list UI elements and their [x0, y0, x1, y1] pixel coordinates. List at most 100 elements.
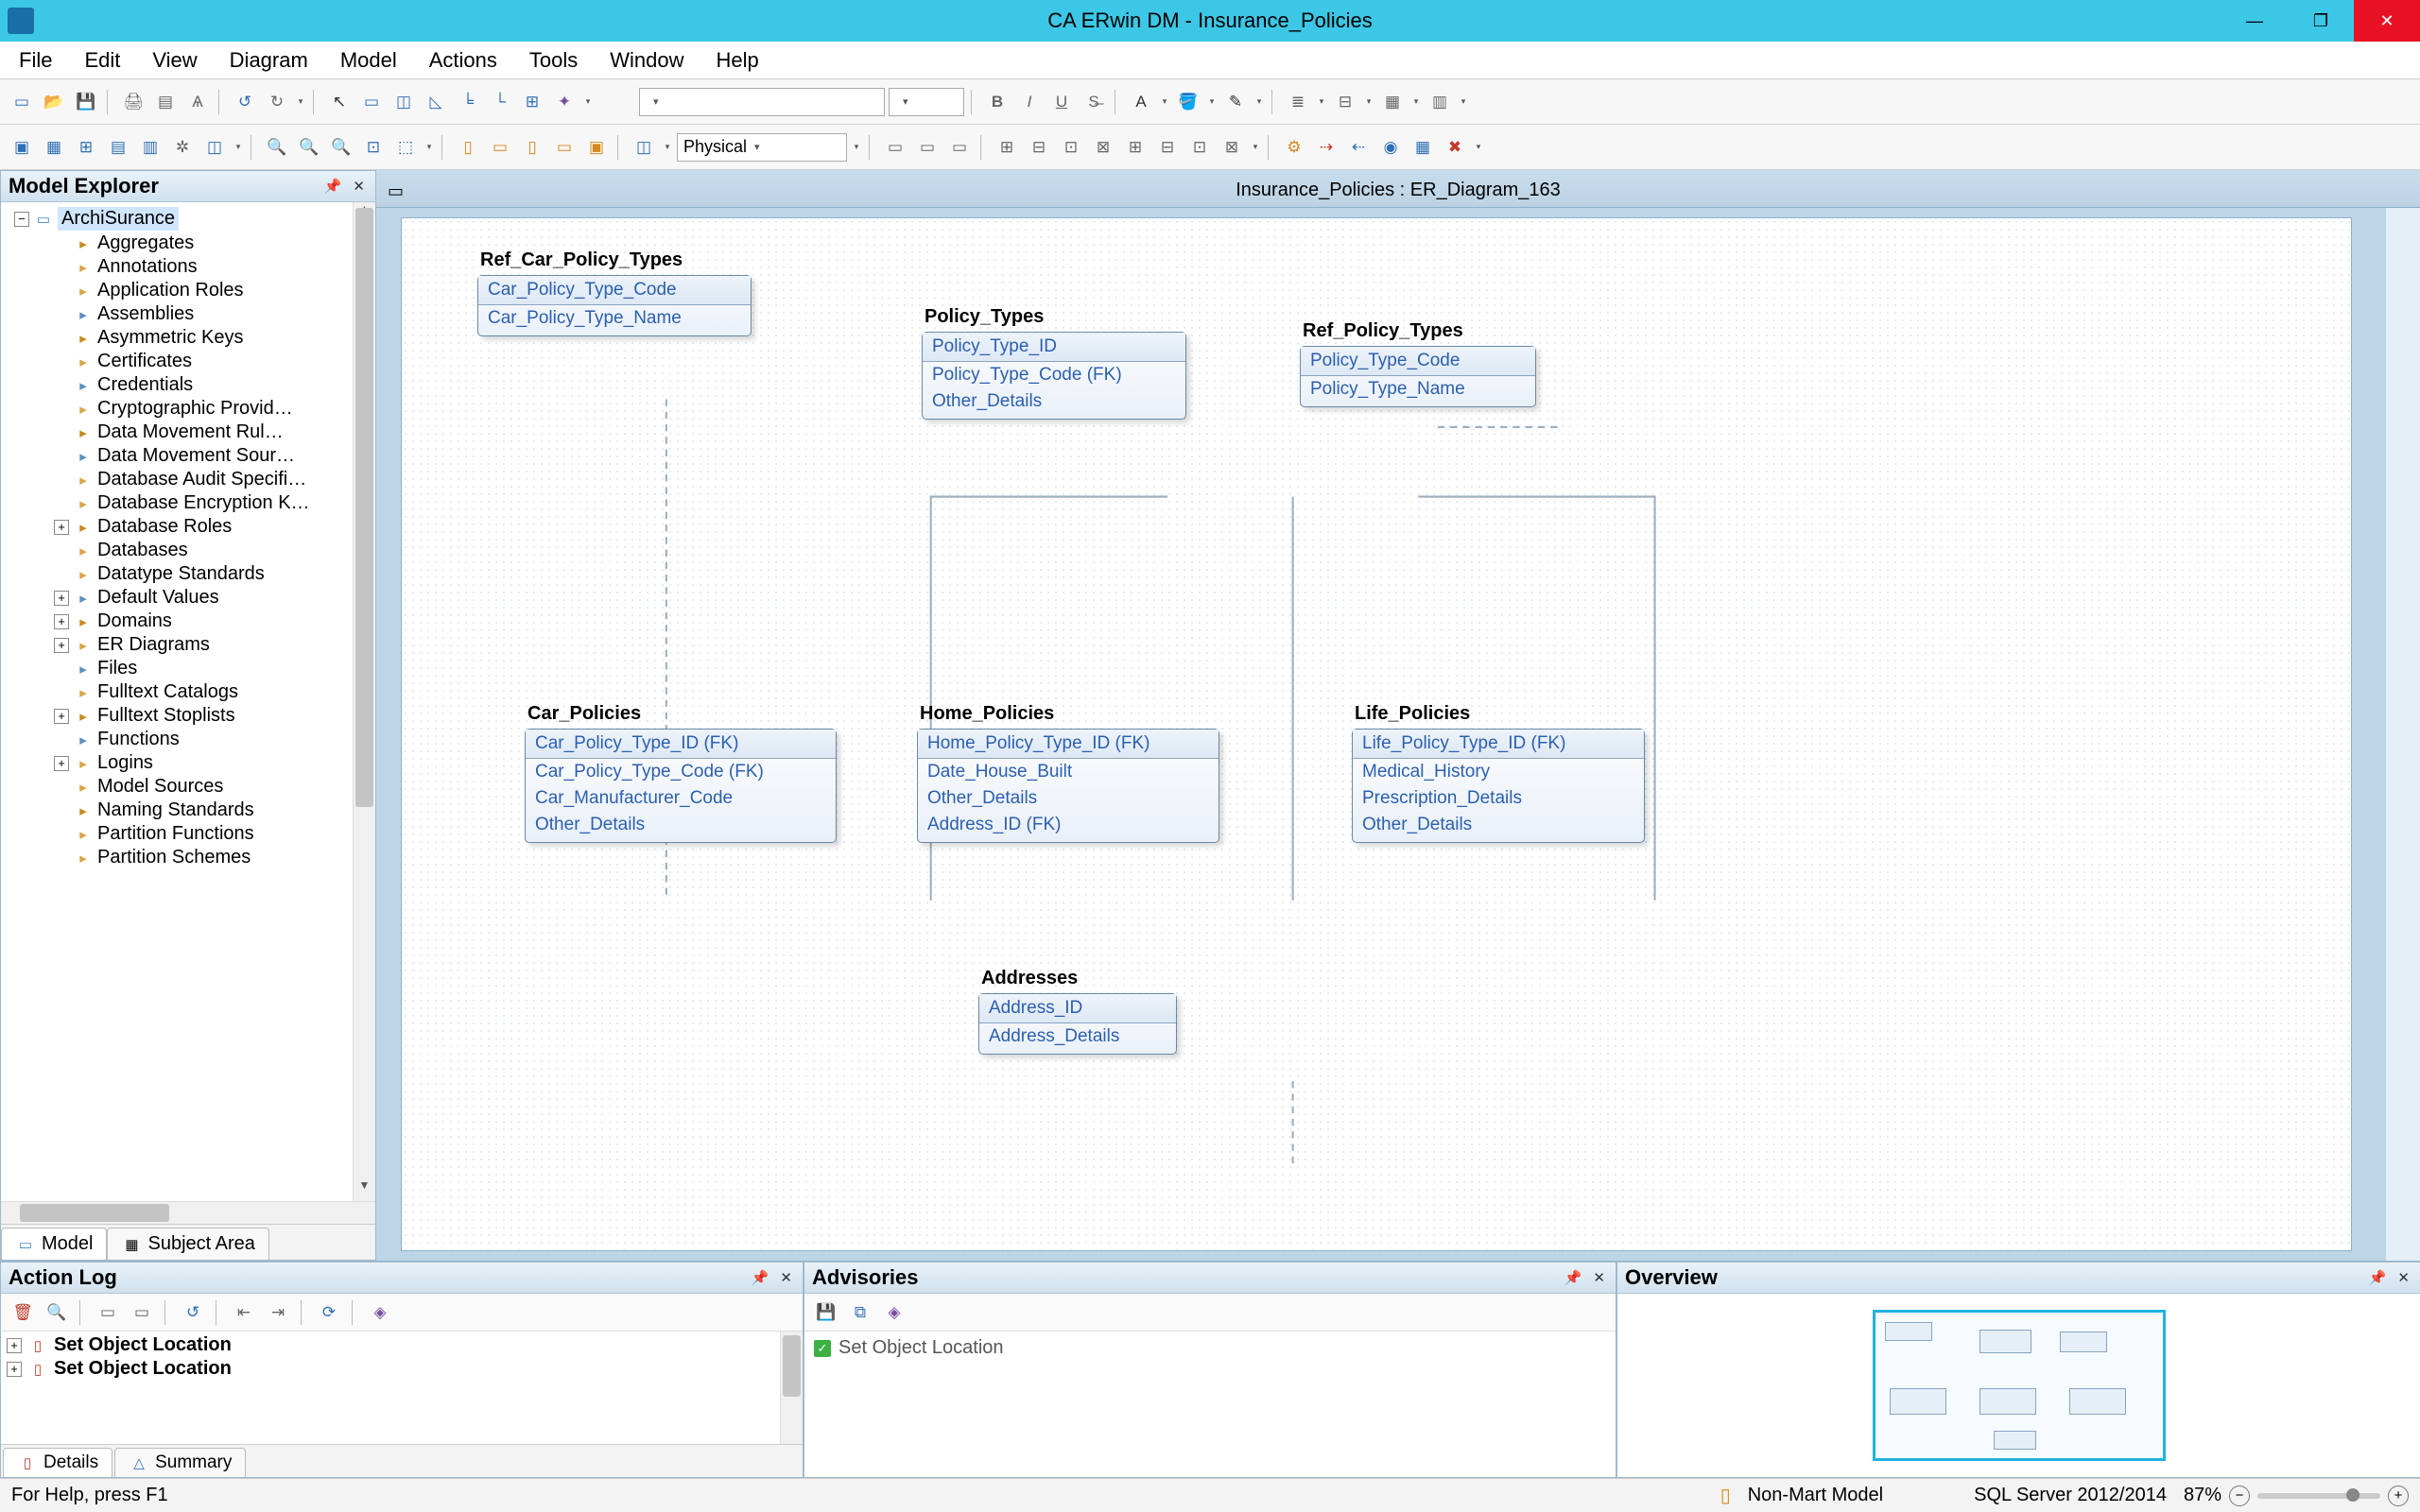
- menu-tools[interactable]: Tools: [522, 44, 585, 77]
- vertical-scrollbar[interactable]: [780, 1332, 803, 1444]
- tile-h-icon[interactable]: ▭: [486, 133, 514, 162]
- arrange-icon[interactable]: ▣: [582, 133, 611, 162]
- mart-lock-icon[interactable]: ▭: [945, 133, 974, 162]
- display-pk-icon[interactable]: ⊞: [72, 133, 100, 162]
- toolbar-overflow-icon[interactable]: ▾: [582, 96, 594, 107]
- delete-action-icon[interactable]: 🗑: [9, 1298, 37, 1327]
- tree-item[interactable]: ▸Database Audit Specifi…: [50, 468, 375, 491]
- tree-item[interactable]: ▸Databases: [50, 539, 375, 562]
- panel-close-icon[interactable]: ✕: [777, 1269, 795, 1286]
- tree-item[interactable]: ▸Assemblies: [50, 302, 375, 326]
- tree-item[interactable]: ▸Model Sources: [50, 775, 375, 799]
- scroll-thumb[interactable]: [355, 208, 373, 807]
- menu-model[interactable]: Model: [333, 44, 405, 77]
- align-left-icon[interactable]: ≣: [1284, 88, 1312, 116]
- scroll-down-icon[interactable]: ▼: [354, 1178, 375, 1201]
- tree-item[interactable]: ▸Partition Functions: [50, 822, 375, 846]
- tree-item[interactable]: +▸Logins: [50, 751, 375, 775]
- dropdown-icon[interactable]: ▾: [1363, 96, 1374, 107]
- tab-model[interactable]: ▭ Model: [1, 1228, 107, 1260]
- advisory-row[interactable]: ✓ Set Object Location: [814, 1337, 1606, 1359]
- diagram-canvas[interactable]: Ref_Car_Policy_Types Car_Policy_Type_Cod…: [401, 217, 2352, 1251]
- pin-icon[interactable]: 📌: [2366, 1269, 2390, 1286]
- reverse-engineer-icon[interactable]: ⇠: [1344, 133, 1373, 162]
- strikethrough-icon[interactable]: S̶: [1080, 88, 1108, 116]
- spellcheck-icon[interactable]: Ѧ: [183, 88, 212, 116]
- tab-subject-area[interactable]: ▦ Subject Area: [107, 1228, 268, 1260]
- entity-life-policies[interactable]: Life_Policies Life_Policy_Type_ID (FK) M…: [1352, 729, 1645, 843]
- complete-compare-icon[interactable]: ⚙: [1280, 133, 1308, 162]
- manytomany-rel-icon[interactable]: ⊞: [518, 88, 546, 116]
- dropdown-icon[interactable]: ▾: [1316, 96, 1327, 107]
- panel-close-icon[interactable]: ✕: [350, 178, 368, 195]
- horizontal-scrollbar[interactable]: [1, 1201, 375, 1224]
- entity-ref-policy-types[interactable]: Ref_Policy_Types Policy_Type_Code Policy…: [1300, 346, 1536, 407]
- menu-actions[interactable]: Actions: [422, 44, 505, 77]
- tree-item[interactable]: ▸Data Movement Rul…: [50, 421, 375, 444]
- pointer-icon[interactable]: ↖: [325, 88, 354, 116]
- tile-v-icon[interactable]: ▯: [518, 133, 546, 162]
- expand-toggle-icon[interactable]: +: [54, 709, 69, 724]
- panel-close-icon[interactable]: ✕: [2394, 1269, 2412, 1286]
- open-diagram-icon[interactable]: ◫: [630, 133, 658, 162]
- tree-item[interactable]: ▸Data Movement Sour…: [50, 444, 375, 468]
- tree-item[interactable]: ▸Cryptographic Provid…: [50, 397, 375, 421]
- tree-item[interactable]: ▸Files: [50, 657, 375, 680]
- menu-window[interactable]: Window: [602, 44, 691, 77]
- copy-advisory-icon[interactable]: ⧉: [846, 1298, 874, 1327]
- forward-engineer-icon[interactable]: ⇢: [1312, 133, 1340, 162]
- tree-item[interactable]: ▸Partition Schemes: [50, 846, 375, 869]
- nonidentifying-rel-icon[interactable]: └: [486, 88, 514, 116]
- view-level-combo[interactable]: Physical▾: [677, 133, 847, 162]
- mart-save-icon[interactable]: ▭: [913, 133, 942, 162]
- tree-root[interactable]: − ▭ ArchiSurance: [10, 206, 375, 232]
- restore-window-icon[interactable]: ▭: [388, 181, 404, 201]
- entity-ref-car-policy-types[interactable]: Ref_Car_Policy_Types Car_Policy_Type_Cod…: [477, 275, 752, 336]
- display-def-icon[interactable]: ▥: [136, 133, 164, 162]
- menu-file[interactable]: File: [11, 44, 60, 77]
- entity-policy-types[interactable]: Policy_Types Policy_Type_ID Policy_Type_…: [922, 332, 1186, 420]
- tree-item[interactable]: +▸Fulltext Stoplists: [50, 704, 375, 728]
- vertical-scrollbar[interactable]: ▲ ▼: [353, 202, 375, 1201]
- minimize-button[interactable]: —: [2221, 0, 2288, 42]
- zoom-normal-icon[interactable]: 🔍: [295, 133, 323, 162]
- pin-icon[interactable]: 📌: [1562, 1269, 1585, 1286]
- display-view-icon[interactable]: ◫: [200, 133, 229, 162]
- restore-button[interactable]: ❐: [2288, 0, 2354, 42]
- transform7-icon[interactable]: ⊡: [1185, 133, 1214, 162]
- print-icon[interactable]: 🖨: [119, 88, 147, 116]
- layout-icon[interactable]: ▥: [1426, 88, 1454, 116]
- zoom-out-icon[interactable]: 🔍: [263, 133, 291, 162]
- toolbar-overflow-icon[interactable]: ▾: [1473, 142, 1484, 152]
- line-color-icon[interactable]: ✎: [1221, 88, 1250, 116]
- menu-help[interactable]: Help: [709, 44, 767, 77]
- data-browser-icon[interactable]: ▦: [1409, 133, 1437, 162]
- panel-close-icon[interactable]: ✕: [1590, 1269, 1608, 1286]
- tree-item[interactable]: ▸Fulltext Catalogs: [50, 680, 375, 704]
- bold-icon[interactable]: B: [983, 88, 1011, 116]
- print-preview-icon[interactable]: ▤: [151, 88, 180, 116]
- overview-viewport[interactable]: [1873, 1310, 2166, 1461]
- display-icon-icon[interactable]: ✲: [168, 133, 197, 162]
- transform4-icon[interactable]: ⊠: [1089, 133, 1117, 162]
- zoom-rect-icon[interactable]: ⬚: [391, 133, 420, 162]
- tree-item[interactable]: ▸Aggregates: [50, 232, 375, 255]
- collapse-action-icon[interactable]: ▭: [128, 1298, 156, 1327]
- tree-item[interactable]: +▸Default Values: [50, 586, 375, 610]
- tree-item[interactable]: ▸Certificates: [50, 350, 375, 373]
- fill-color-icon[interactable]: 🪣: [1174, 88, 1202, 116]
- entity-home-policies[interactable]: Home_Policies Home_Policy_Type_ID (FK) D…: [917, 729, 1219, 843]
- pin-icon[interactable]: 📌: [749, 1269, 772, 1286]
- menu-edit[interactable]: Edit: [77, 44, 128, 77]
- undo-icon[interactable]: ↺: [231, 88, 259, 116]
- overview-body[interactable]: [1617, 1294, 2420, 1477]
- find-action-icon[interactable]: 🔍: [43, 1298, 71, 1327]
- group-icon[interactable]: ▦: [1378, 88, 1407, 116]
- transform5-icon[interactable]: ⊞: [1121, 133, 1150, 162]
- tree-item[interactable]: +▸ER Diagrams: [50, 633, 375, 657]
- cascade-icon[interactable]: ▯: [454, 133, 482, 162]
- tree-item[interactable]: +▸Domains: [50, 610, 375, 633]
- display-attr-icon[interactable]: ▦: [40, 133, 68, 162]
- expand-action-icon[interactable]: ▭: [94, 1298, 122, 1327]
- undo-action-icon[interactable]: ↺: [179, 1298, 207, 1327]
